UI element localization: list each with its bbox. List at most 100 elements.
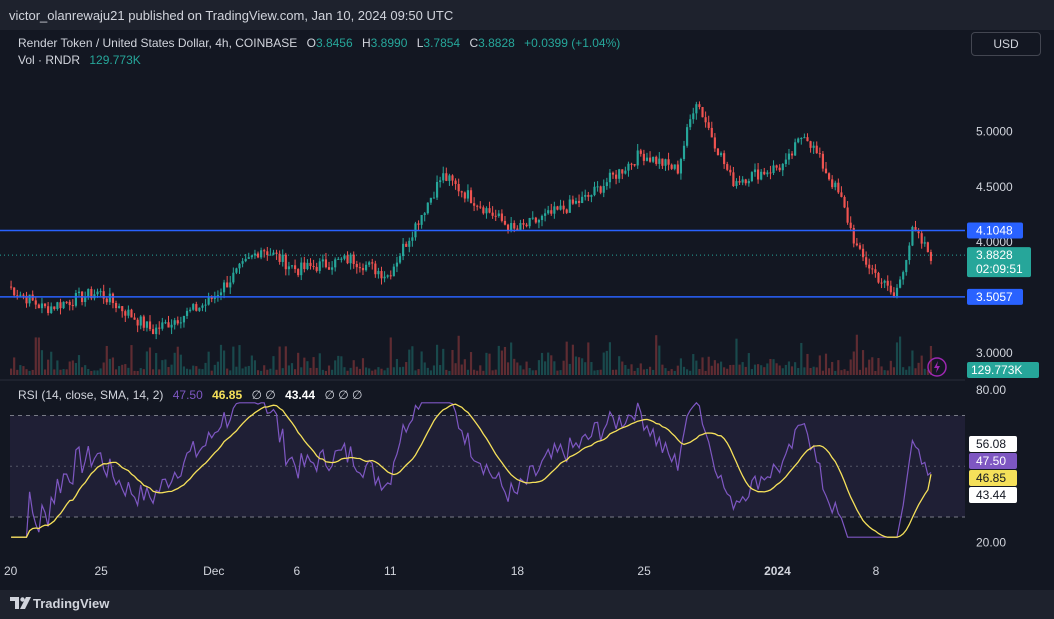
candle [902,272,905,280]
candle [676,164,679,174]
candle [260,250,263,258]
price-tick-label: 4.5000 [976,180,1013,194]
candle [334,259,337,268]
candle [895,287,899,297]
candle [442,173,445,181]
volume-bar [707,356,710,375]
chart-area[interactable]: 5.00004.50004.00003.00004.10483.50573.88… [0,30,1054,590]
time-axis[interactable]: 20 25 Dec 6 11 18 25 2024 8 [4,564,880,578]
candle [327,267,331,270]
candle [741,179,744,183]
volume-bar [402,366,405,375]
candle [429,197,432,203]
volume-bar [602,352,605,375]
volume-bar [831,361,834,375]
volume-bar [920,355,923,375]
level-tag-label: 4.1048 [976,224,1013,238]
last-price-label: 3.8828 [976,248,1013,262]
candle [269,254,272,256]
candle [713,137,716,149]
volume-bar [639,363,642,375]
candle [145,321,148,328]
rsi-axis[interactable]: 80.0060.0020.0056.0847.5046.8543.44 [969,383,1017,549]
candle [473,203,476,206]
volume-bar [469,352,473,375]
volume-bar [895,342,899,375]
volume-bar [525,361,528,375]
candle [494,215,497,217]
volume-bar [420,351,423,375]
volume-bar [426,367,429,375]
volume-bar [855,334,858,375]
volume-bar [590,362,593,375]
volume-bar [13,357,16,375]
candle [343,255,346,259]
candle [105,298,108,303]
volume-tag-label: 129.773K [971,363,1022,377]
volume-bar [284,346,287,375]
candle [716,148,720,156]
volume-bar [716,363,720,375]
volume-bar [210,370,213,375]
volume-bar [769,358,772,375]
candle [293,265,297,270]
price-tick-label: 3.0000 [976,346,1013,360]
volume-bar [744,366,747,375]
volume-bar [386,367,389,375]
volume-bar [90,370,93,375]
candle [550,210,553,214]
time-tick-label: 8 [873,564,880,578]
volume-bar [550,355,553,375]
candle [454,180,457,185]
volume-bar [547,352,550,375]
candle [176,320,179,324]
candle [411,237,414,241]
candle [312,266,315,268]
candle [719,153,723,156]
candle [525,224,528,227]
time-tick-label: 18 [511,564,525,578]
candle [460,191,463,193]
volume-bar [568,363,571,375]
candle [241,261,244,264]
candle [547,210,550,214]
candle [846,207,849,223]
volume-bar [914,368,917,375]
price-axis[interactable]: 5.00004.50004.00003.00004.10483.50573.88… [967,124,1039,378]
volume-bar [371,370,374,375]
volume-bar [219,344,223,375]
volume-bar [497,345,500,375]
volume-bar [827,368,831,375]
volume-bar [429,370,432,375]
candle [287,266,290,270]
candle [531,217,534,219]
volume-bar [170,364,173,375]
volume-bar [192,365,195,375]
volume-bar [87,368,90,375]
volume-bar [358,368,361,375]
volume-bar [741,362,744,375]
volume-bars [9,334,933,375]
candle [463,192,466,199]
volume-bar [790,366,794,375]
candle [377,271,380,275]
rsi-value-tag-label: 46.85 [976,471,1006,485]
candle [800,138,803,140]
ohlc-legend: Render Token / United States Dollar, 4h,… [18,36,620,50]
volume-bar [581,358,584,375]
candle [652,156,655,162]
currency-button[interactable]: USD [971,32,1041,56]
candle [142,316,145,328]
candle [726,164,729,170]
candle [562,205,565,210]
candle [309,262,312,267]
candle [500,213,503,221]
volume-bar [658,345,661,375]
volume-bar [272,356,275,375]
volume-bar [374,369,377,375]
candle [503,220,507,225]
volume-bar [74,363,77,375]
volume-bar [923,368,926,375]
volume-bar [448,370,451,375]
volume-bar [673,370,676,375]
